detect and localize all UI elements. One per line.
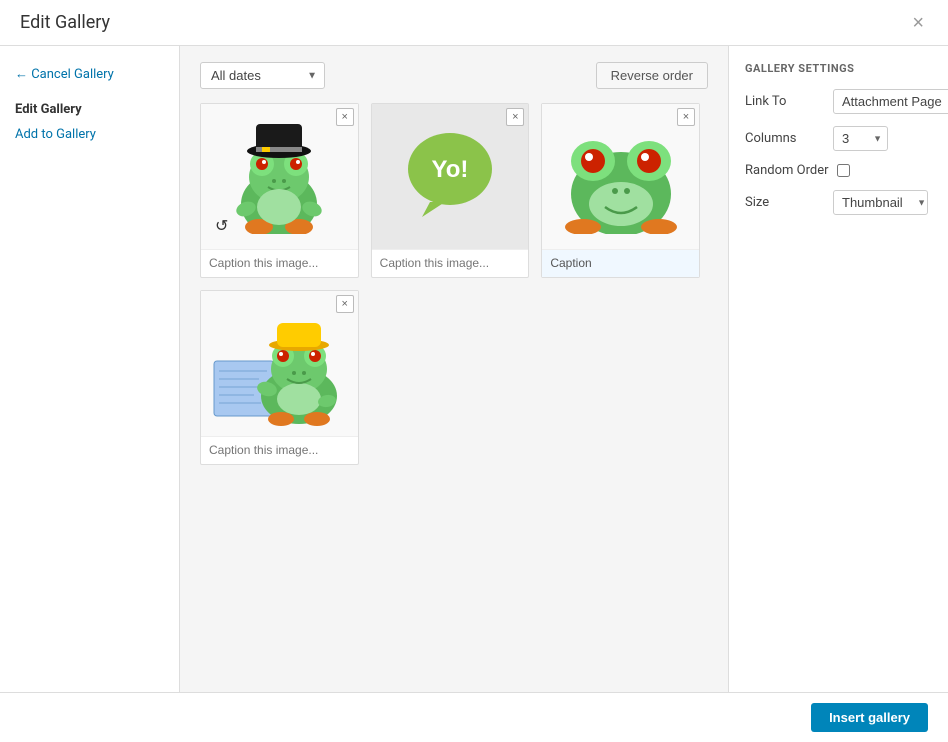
gallery-image-3 <box>542 104 699 249</box>
link-to-row: Link To Attachment Page Media File None … <box>745 89 932 114</box>
size-row: Size Thumbnail Medium Large Full Size ▼ <box>745 190 932 215</box>
remove-item-button[interactable]: × <box>506 108 524 126</box>
remove-item-button[interactable]: × <box>336 295 354 313</box>
modal-footer: Insert gallery <box>0 692 948 742</box>
size-label: Size <box>745 195 825 210</box>
gallery-image-1 <box>201 104 358 249</box>
gallery-caption-1 <box>201 249 358 277</box>
edit-gallery-modal: Edit Gallery × ← Cancel Gallery Edit Gal… <box>0 0 948 742</box>
modal-title: Edit Gallery <box>20 12 110 33</box>
link-to-select[interactable]: Attachment Page Media File None <box>833 89 948 114</box>
settings-panel: GALLERY SETTINGS Link To Attachment Page… <box>728 46 948 692</box>
date-filter-select[interactable]: All dates January 2023 February 2023 <box>200 62 325 89</box>
date-filter-wrap: All dates January 2023 February 2023 ▼ <box>200 62 325 89</box>
remove-item-button[interactable]: × <box>677 108 695 126</box>
size-select[interactable]: Thumbnail Medium Large Full Size <box>833 190 928 215</box>
remove-item-button[interactable]: × <box>336 108 354 126</box>
frog-pilgrim-image <box>224 119 334 234</box>
columns-label: Columns <box>745 131 825 146</box>
sidebar: ← Cancel Gallery Edit Gallery Add to Gal… <box>0 46 180 692</box>
sidebar-section-title: Edit Gallery <box>15 102 164 117</box>
gallery-image-2: Yo! <box>372 104 529 249</box>
caption-input-1[interactable] <box>209 256 350 270</box>
gallery-caption-4 <box>201 436 358 464</box>
add-to-gallery-link[interactable]: Add to Gallery <box>15 127 164 142</box>
gallery-grid: × <box>200 103 700 465</box>
gallery-caption-3 <box>542 249 699 277</box>
caption-input-3[interactable] <box>550 256 691 270</box>
random-order-label: Random Order <box>745 163 829 178</box>
gallery-item: × <box>200 290 359 465</box>
size-select-wrap: Thumbnail Medium Large Full Size ▼ <box>833 190 932 215</box>
random-order-checkbox[interactable] <box>837 164 850 177</box>
gallery-item: × <box>541 103 700 278</box>
yo-speech-bubble-image: Yo! <box>400 127 500 227</box>
link-to-label: Link To <box>745 94 825 109</box>
columns-row: Columns 1 2 3 4 5 ▼ <box>745 126 932 151</box>
gallery-toolbar: All dates January 2023 February 2023 ▼ R… <box>200 62 708 89</box>
link-to-select-wrap: Attachment Page Media File None ▼ <box>833 89 948 114</box>
gallery-item: × Yo! <box>371 103 530 278</box>
svg-text:Yo!: Yo! <box>432 156 469 183</box>
gallery-caption-2 <box>372 249 529 277</box>
caption-input-2[interactable] <box>380 256 521 270</box>
modal-body: ← Cancel Gallery Edit Gallery Add to Gal… <box>0 46 948 692</box>
insert-gallery-button[interactable]: Insert gallery <box>811 703 928 732</box>
frog-construction-image <box>209 301 349 426</box>
main-content: All dates January 2023 February 2023 ▼ R… <box>180 46 728 692</box>
frog-plain-image <box>561 119 681 234</box>
columns-select-wrap: 1 2 3 4 5 ▼ <box>833 126 888 151</box>
columns-select[interactable]: 1 2 3 4 5 <box>833 126 888 151</box>
modal-close-button[interactable]: × <box>908 13 928 33</box>
cancel-gallery-link[interactable]: ← Cancel Gallery <box>15 66 164 82</box>
random-order-row: Random Order <box>745 163 932 178</box>
reverse-order-button[interactable]: Reverse order <box>596 62 708 89</box>
gallery-item: × <box>200 103 359 278</box>
settings-panel-title: GALLERY SETTINGS <box>745 62 932 75</box>
gallery-image-4 <box>201 291 358 436</box>
modal-title-bar: Edit Gallery × <box>0 0 948 46</box>
caption-input-4[interactable] <box>209 443 350 457</box>
